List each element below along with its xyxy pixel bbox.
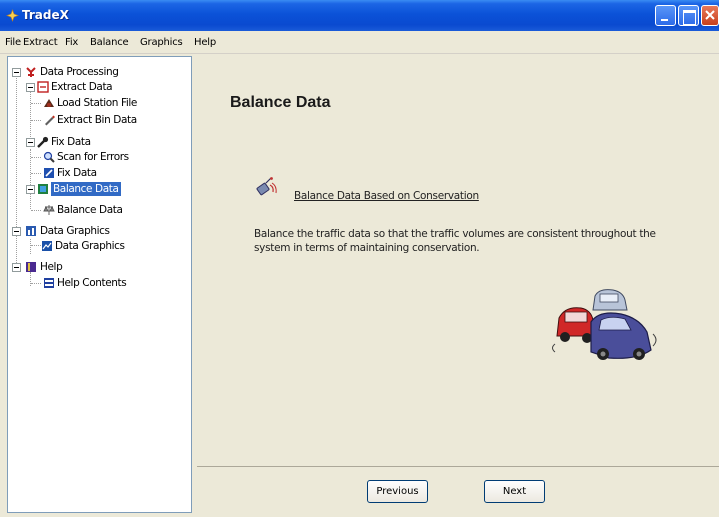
menu-bar: File Extract Fix Balance Graphics Help: [0, 31, 719, 54]
menu-extract[interactable]: Extract: [23, 37, 58, 48]
menu-help[interactable]: Help: [194, 37, 216, 48]
wizard-nav-bar: Previous Next: [197, 466, 719, 517]
close-icon: [705, 10, 715, 20]
description-text: Balance the traffic data so that the tra…: [254, 228, 656, 254]
content-panel: Balance Data Balance Data Based on Conse…: [197, 56, 719, 466]
balance-conservation-link[interactable]: Balance Data Based on Conservation: [294, 190, 479, 202]
extract-icon: [37, 81, 49, 93]
menu-balance[interactable]: Balance: [90, 37, 129, 48]
data-processing-icon: [26, 67, 36, 77]
collapse-toggle[interactable]: [12, 227, 21, 236]
wrench-icon: [37, 136, 49, 148]
tree-item-load-station-file[interactable]: Load Station File: [43, 96, 188, 111]
menu-fix[interactable]: Fix: [65, 37, 78, 48]
load-file-icon: [44, 99, 54, 107]
tree-item-help-contents[interactable]: Help Contents: [43, 276, 188, 291]
collapse-toggle[interactable]: [12, 263, 21, 272]
tree-item-balance-data[interactable]: Balance Data: [26, 182, 176, 197]
close-button[interactable]: [701, 5, 719, 26]
graphics-icon: [26, 226, 36, 236]
previous-button[interactable]: Previous: [367, 480, 428, 503]
tree-item-help[interactable]: Help: [12, 260, 182, 275]
tree-item-fix-data-child[interactable]: Fix Data: [43, 166, 188, 181]
collapse-toggle[interactable]: [26, 185, 35, 194]
app-icon: [6, 9, 19, 22]
help-contents-icon: [44, 278, 54, 288]
collapse-toggle[interactable]: [26, 138, 35, 147]
app-window: TradeX File Extract Fix Balance Graphics…: [0, 0, 719, 517]
page-title: Balance Data: [230, 94, 331, 111]
next-button[interactable]: Next: [484, 480, 545, 503]
navigation-tree[interactable]: Data Processing Extract Data Load Statio…: [7, 56, 192, 513]
tree-item-data-processing[interactable]: Data Processing: [12, 65, 182, 80]
collapse-toggle[interactable]: [26, 83, 35, 92]
tree-item-scan-for-errors[interactable]: Scan for Errors: [43, 150, 188, 165]
tree-item-extract-data[interactable]: Extract Data: [26, 80, 176, 95]
tree-item-extract-bin-data[interactable]: Extract Bin Data: [43, 113, 188, 128]
maximize-button[interactable]: [678, 5, 699, 26]
minimize-button[interactable]: [655, 5, 676, 26]
tree-item-data-graphics-child[interactable]: Data Graphics: [41, 239, 186, 254]
menu-graphics[interactable]: Graphics: [140, 37, 183, 48]
tree-item-balance-data-child[interactable]: Balance Data: [43, 203, 188, 218]
collapse-toggle[interactable]: [12, 68, 21, 77]
title-bar[interactable]: TradeX: [0, 0, 719, 31]
help-book-icon: [26, 262, 36, 272]
chart-icon: [42, 241, 52, 251]
scales-icon: [43, 205, 55, 215]
magnifier-icon: [43, 151, 55, 163]
pencil-icon: [45, 115, 55, 126]
menu-file[interactable]: File: [5, 37, 21, 48]
tree-item-fix-data[interactable]: Fix Data: [26, 135, 176, 150]
satellite-icon: [256, 177, 277, 196]
fix-icon: [44, 168, 54, 178]
balance-icon: [38, 184, 48, 194]
traffic-cars-illustration: [552, 289, 657, 360]
tree-item-data-graphics[interactable]: Data Graphics: [12, 224, 182, 239]
window-title: TradeX: [22, 8, 69, 22]
